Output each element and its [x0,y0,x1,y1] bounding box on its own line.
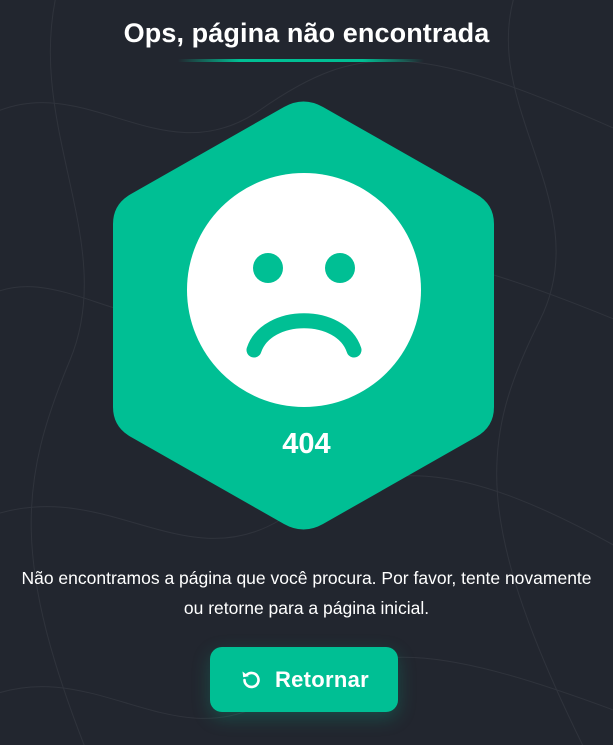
error-code: 404 [282,428,331,460]
return-button[interactable]: Retornar [210,647,398,712]
return-button-label: Retornar [274,666,370,692]
rotate-ccw-icon [239,668,263,692]
sad-face-icon [187,173,421,407]
page-title: Ops, página não encontrada [123,18,490,48]
error-message: Não encontramos a página que você procur… [21,568,592,618]
title-underline [178,59,424,62]
